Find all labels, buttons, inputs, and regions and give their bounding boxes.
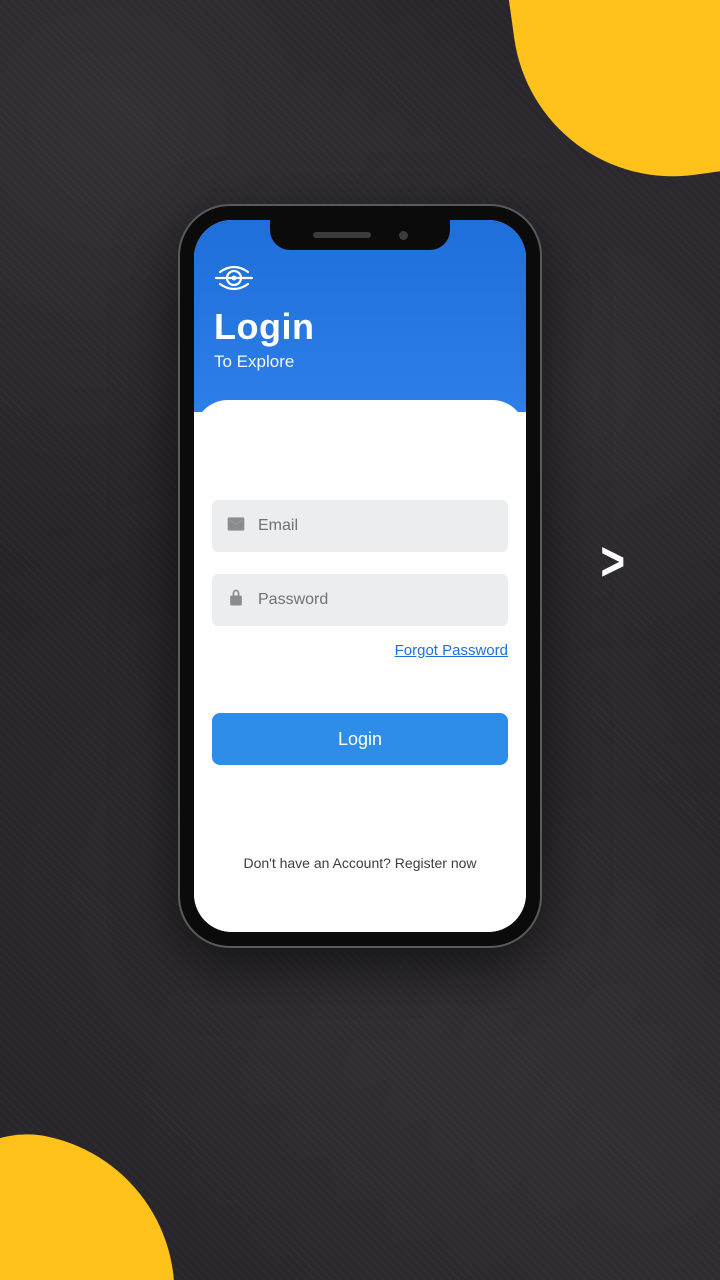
password-input[interactable] xyxy=(258,591,494,609)
forgot-password-link[interactable]: Forgot Password xyxy=(212,642,508,659)
register-link[interactable]: Don't have an Account? Register now xyxy=(212,855,508,871)
phone-notch xyxy=(270,220,450,250)
accent-shape-bottom xyxy=(0,1116,204,1280)
page-subtitle: To Explore xyxy=(214,352,506,372)
email-icon xyxy=(226,514,246,539)
email-input[interactable] xyxy=(258,517,494,535)
phone-screen: Login To Explore Forgot xyxy=(194,220,526,932)
password-field-wrapper[interactable] xyxy=(212,574,508,626)
login-button[interactable]: Login xyxy=(212,713,508,765)
login-form-sheet: Forgot Password Login Don't have an Acco… xyxy=(194,400,526,932)
app-logo-icon xyxy=(214,258,254,298)
page-title: Login xyxy=(214,306,506,348)
email-field-wrapper[interactable] xyxy=(212,500,508,552)
next-slide-button[interactable]: > xyxy=(600,531,625,593)
lock-icon xyxy=(226,588,246,613)
accent-shape-top xyxy=(506,0,720,197)
phone-frame: Login To Explore Forgot xyxy=(178,204,542,948)
